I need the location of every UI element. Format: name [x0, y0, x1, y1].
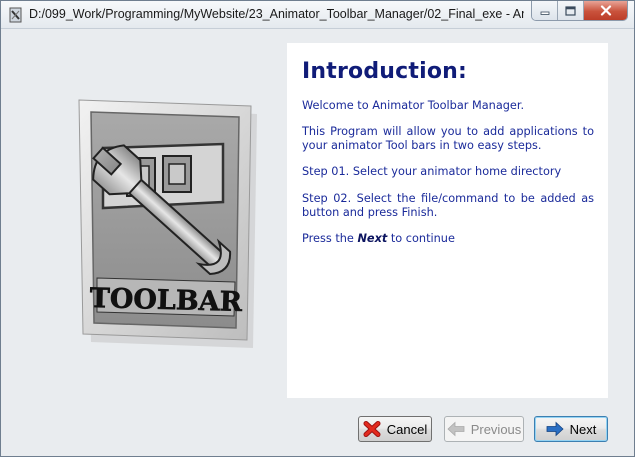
continue-prefix: Press the	[302, 232, 358, 245]
description-text: This Program will allow you to add appli…	[302, 125, 594, 152]
maximize-button[interactable]	[558, 1, 584, 20]
red-x-icon	[363, 421, 381, 437]
window-controls	[531, 1, 628, 21]
step1-text: Step 01. Select your animator home direc…	[302, 165, 562, 178]
arrow-right-icon	[546, 421, 564, 437]
continue-suffix: to continue	[387, 232, 455, 245]
welcome-text: Welcome to Animator Toolbar Manager.	[302, 99, 525, 112]
continue-emphasis: Next	[357, 232, 388, 245]
next-label: Next	[569, 421, 597, 437]
step2-text: Step 02. Select the file/command to be a…	[302, 192, 594, 219]
cancel-label: Cancel	[386, 421, 428, 437]
close-icon	[600, 5, 611, 16]
window-title: D:/099_Work/Programming/MyWebsite/23_Ani…	[29, 7, 524, 21]
continue-text: Press the Next to continue	[302, 232, 594, 246]
wizard-window: D:/099_Work/Programming/MyWebsite/23_Ani…	[0, 0, 635, 457]
cancel-button[interactable]: Cancel	[358, 416, 432, 442]
application-icon	[9, 7, 22, 23]
maximize-icon	[565, 5, 576, 16]
minimize-button[interactable]	[532, 1, 558, 20]
page-title: Introduction:	[302, 59, 468, 84]
previous-button[interactable]: Previous	[444, 416, 524, 442]
next-button[interactable]: Next	[534, 416, 608, 442]
previous-label: Previous	[470, 421, 522, 437]
close-window-button[interactable]	[584, 1, 627, 20]
minimize-icon	[540, 11, 549, 15]
toolbar-label: TOOLBAR	[89, 283, 243, 318]
toolbar-illustration: TOOLBAR	[78, 99, 257, 348]
intro-panel: Introduction: Welcome to Animator Toolba…	[287, 43, 608, 398]
arrow-left-icon	[447, 421, 465, 437]
title-bar[interactable]: D:/099_Work/Programming/MyWebsite/23_Ani…	[1, 1, 634, 29]
